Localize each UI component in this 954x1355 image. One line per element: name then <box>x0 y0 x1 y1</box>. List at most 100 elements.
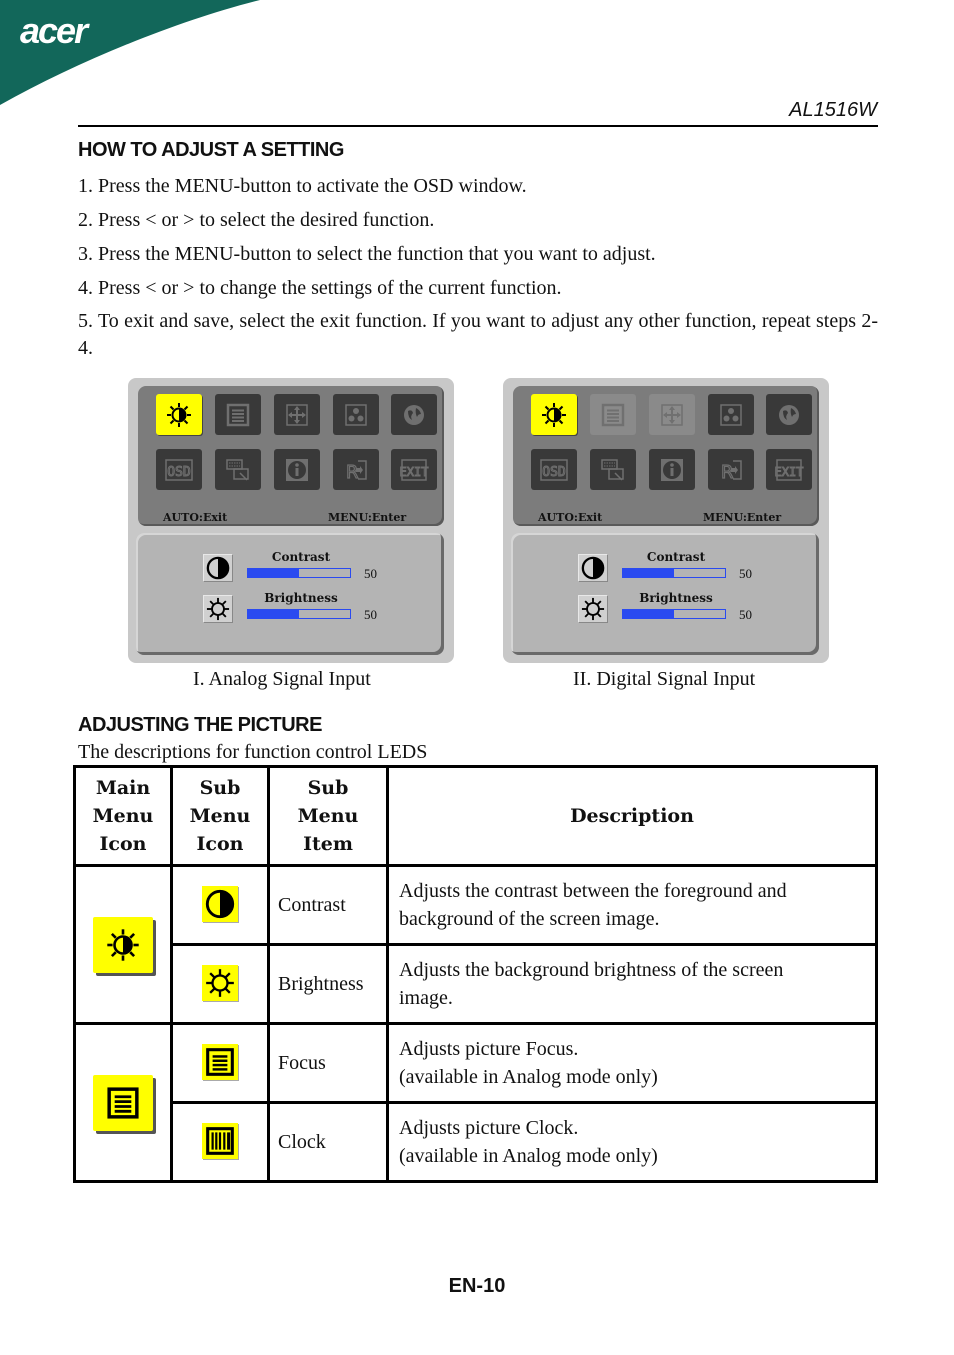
osd-language-icon[interactable] <box>766 394 812 435</box>
svg-text:OSD: OSD <box>542 465 566 480</box>
osd-focus-clock-icon[interactable] <box>215 394 261 435</box>
osd-reset-icon[interactable]: R <box>333 449 379 490</box>
osd-brightness-icon <box>203 595 233 623</box>
caption-analog: I. Analog Signal Input <box>193 668 371 690</box>
osd-analog-panel: OSD R EXIT AUTO:Exit MENU:Enter Contrast 50… <box>128 378 454 663</box>
sub-menu-icon-cell <box>170 864 270 946</box>
brightness-icon <box>202 965 238 1001</box>
description-line: (available in Analog mode only) <box>399 1066 658 1088</box>
description-line: Adjusts picture Clock. <box>399 1117 579 1139</box>
osd-exit-icon[interactable]: EXIT <box>391 449 437 490</box>
step-2: 2. Press < or > to select the desired fu… <box>78 209 435 231</box>
osd-contrast-value: 50 <box>364 566 377 581</box>
sub-menu-icon-cell <box>170 1101 270 1183</box>
osd-osd-settings-icon[interactable]: OSD <box>156 449 202 490</box>
sub-menu-item: Focus <box>267 1022 389 1104</box>
svg-text:R: R <box>721 462 734 483</box>
osd-main-menu: OSD R EXIT <box>513 386 819 526</box>
section-subtitle: The descriptions for function control LE… <box>78 741 428 763</box>
osd-hint-menu-enter: MENU:Enter <box>703 511 782 524</box>
clock-icon <box>202 1122 238 1159</box>
description: Adjusts the contrast between the foregro… <box>386 864 878 946</box>
steps-list: 1. Press the MENU-button to activate the… <box>78 172 878 359</box>
osd-language-icon[interactable] <box>391 394 437 435</box>
sub-menu-icon-cell <box>170 1022 270 1104</box>
description: Adjusts picture Clock. (available in Anal… <box>386 1101 878 1183</box>
osd-brightness-value: 50 <box>739 607 752 622</box>
focus-clock-icon <box>93 1074 153 1131</box>
main-menu-icon-cell <box>73 864 173 1025</box>
osd-brightness-slider[interactable] <box>622 609 726 619</box>
osd-brightness-slider-fill <box>248 610 299 618</box>
osd-picture-icon[interactable] <box>156 394 202 435</box>
osd-main-menu: OSD R EXIT <box>138 386 444 526</box>
osd-position-icon[interactable] <box>274 394 320 435</box>
table-row: Clock Adjusts picture Clock. (available in… <box>75 1101 878 1183</box>
osd-submenu: Contrast 50 Brightness 50 <box>136 533 444 655</box>
osd-color-icon[interactable] <box>333 394 379 435</box>
table-row: Focus Adjusts picture Focus. (available in… <box>73 1022 878 1183</box>
sub-menu-item: Brightness <box>267 943 389 1025</box>
table-header-row: Main Menu Icon Sub Menu Icon Sub Menu Item Des… <box>73 765 878 867</box>
osd-contrast-icon <box>578 554 608 582</box>
osd-contrast-slider[interactable] <box>247 568 351 578</box>
osd-reset-icon[interactable]: R <box>708 449 754 490</box>
header-description: Description <box>386 765 878 867</box>
sub-menu-item: Clock <box>267 1101 389 1183</box>
osd-contrast-slider-fill <box>623 569 674 577</box>
osd-information-icon[interactable] <box>274 449 320 490</box>
description: Adjusts the background brightness of the… <box>386 943 878 1025</box>
osd-brightness-value: 50 <box>364 607 377 622</box>
osd-exit-icon[interactable]: EXIT <box>766 449 812 490</box>
sub-menu-item: Contrast <box>267 864 389 946</box>
osd-information-icon[interactable] <box>649 449 695 490</box>
header-sub-menu-icon: Sub Menu Icon <box>170 765 270 867</box>
osd-brightness-slider-fill <box>623 610 674 618</box>
osd-picture-icon[interactable] <box>531 394 577 435</box>
focus-icon <box>202 1043 238 1080</box>
osd-submenu: Contrast 50 Brightness 50 <box>511 533 819 655</box>
section-title-adjusting-picture: ADJUSTING THE PICTURE <box>78 714 322 736</box>
description-line: (available in Analog mode only) <box>399 1145 658 1167</box>
osd-hint-auto-exit: AUTO:Exit <box>163 511 228 524</box>
osd-contrast-label: Contrast <box>271 550 331 564</box>
osd-focus-clock-icon <box>590 394 636 435</box>
svg-text:EXIT: EXIT <box>400 465 429 479</box>
osd-auto-config-icon[interactable] <box>215 449 261 490</box>
osd-brightness-slider[interactable] <box>247 609 351 619</box>
contrast-icon <box>202 886 238 922</box>
osd-contrast-icon <box>203 554 233 582</box>
osd-color-icon[interactable] <box>708 394 754 435</box>
osd-contrast-label: Contrast <box>646 550 706 564</box>
description-line: Adjusts the background brightness of the… <box>399 959 784 981</box>
osd-brightness-label: Brightness <box>264 591 338 605</box>
svg-text:OSD: OSD <box>167 465 191 480</box>
acer-logo: acer <box>20 10 88 51</box>
osd-brightness-label: Brightness <box>639 591 713 605</box>
description-line: Adjusts the contrast between the foregro… <box>399 880 787 902</box>
osd-contrast-slider[interactable] <box>622 568 726 578</box>
page-number: EN-10 <box>448 1275 506 1297</box>
header-divider <box>78 125 878 127</box>
picture-icon <box>93 916 153 973</box>
description-line: background of the screen image. <box>399 908 660 930</box>
brand-banner: acer <box>0 0 300 110</box>
step-4: 4. Press < or > to change the settings o… <box>78 277 562 299</box>
main-menu-icon-cell <box>73 1022 173 1183</box>
osd-auto-config-icon[interactable] <box>590 449 636 490</box>
sub-menu-icon-cell <box>170 943 270 1025</box>
description: Adjusts picture Focus. (available in Anal… <box>386 1022 878 1104</box>
osd-hint-auto-exit: AUTO:Exit <box>538 511 603 524</box>
header-main-menu-icon: Main Menu Icon <box>73 765 173 867</box>
function-table: Main Menu Icon Sub Menu Icon Sub Menu Item Des… <box>73 765 878 1183</box>
step-1: 1. Press the MENU-button to activate the… <box>78 175 527 197</box>
osd-osd-settings-icon[interactable]: OSD <box>531 449 577 490</box>
osd-position-icon <box>649 394 695 435</box>
svg-text:EXIT: EXIT <box>775 465 804 479</box>
svg-text:R: R <box>346 462 359 483</box>
description-line: image. <box>399 987 453 1009</box>
header-sub-menu-item: Sub Menu Item <box>267 765 389 867</box>
model-number: AL1516W <box>789 99 877 121</box>
osd-brightness-icon <box>578 595 608 623</box>
osd-hint-menu-enter: MENU:Enter <box>328 511 407 524</box>
